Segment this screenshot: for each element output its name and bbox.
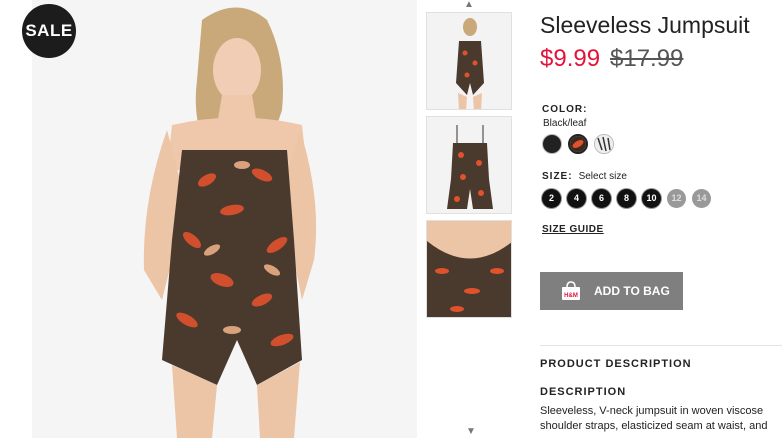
swatch-black-leaf[interactable] bbox=[568, 134, 588, 154]
divider bbox=[540, 345, 782, 346]
add-to-bag-button[interactable]: H&M ADD TO BAG bbox=[540, 272, 683, 310]
thumbnail-detail[interactable] bbox=[426, 220, 512, 318]
thumbnail-model-image bbox=[427, 13, 511, 109]
size-option[interactable]: 4 bbox=[567, 189, 586, 208]
thumbnail-strip: ▲ bbox=[426, 0, 512, 438]
product-title: Sleeveless Jumpsuit bbox=[540, 12, 750, 38]
size-hint: Select size bbox=[578, 171, 627, 182]
size-option-unavailable[interactable]: 12 bbox=[667, 189, 686, 208]
shopping-bag-icon: H&M bbox=[560, 281, 582, 301]
thumbnail-detail-image bbox=[427, 221, 511, 317]
thumbnail-flat[interactable] bbox=[426, 116, 512, 214]
size-option[interactable]: 6 bbox=[592, 189, 611, 208]
chevron-down-icon[interactable]: ▼ bbox=[466, 426, 476, 437]
product-description-title[interactable]: PRODUCT DESCRIPTION bbox=[540, 358, 692, 370]
swatch-black[interactable] bbox=[542, 134, 562, 154]
description-line: shoulder straps, elasticized seam at wai… bbox=[540, 420, 768, 432]
add-to-bag-label: ADD TO BAG bbox=[594, 284, 670, 298]
original-price: $17.99 bbox=[610, 45, 684, 72]
thumbnail-flat-image bbox=[427, 117, 511, 213]
leaf-pattern-icon bbox=[570, 136, 586, 152]
size-guide-link[interactable]: SIZE GUIDE bbox=[542, 224, 604, 235]
product-details: Sleeveless Jumpsuit $9.99 $17.99 COLOR: … bbox=[540, 0, 782, 438]
brand-mark: H&M bbox=[564, 293, 578, 299]
size-option-unavailable[interactable]: 14 bbox=[692, 189, 711, 208]
description-text: Sleeveless, V-neck jumpsuit in woven vis… bbox=[540, 404, 782, 434]
swatch-white-pattern[interactable] bbox=[594, 134, 614, 154]
description-line: Sleeveless, V-neck jumpsuit in woven vis… bbox=[540, 405, 764, 417]
size-label: SIZE: bbox=[542, 171, 573, 182]
color-value: Black/leaf bbox=[543, 118, 587, 129]
sale-price: $9.99 bbox=[540, 45, 601, 72]
color-swatches bbox=[542, 134, 614, 154]
color-label: COLOR: bbox=[542, 104, 588, 115]
size-option[interactable]: 8 bbox=[617, 189, 636, 208]
size-option[interactable]: 2 bbox=[542, 189, 561, 208]
model-photo bbox=[32, 0, 417, 438]
sale-badge: SALE bbox=[22, 4, 76, 58]
thumbnail-model[interactable] bbox=[426, 12, 512, 110]
pattern-icon bbox=[595, 135, 613, 153]
main-product-image[interactable] bbox=[32, 0, 417, 438]
description-heading: DESCRIPTION bbox=[540, 386, 627, 398]
size-options: 2 4 6 8 10 12 14 bbox=[542, 189, 711, 208]
bag-svg: H&M bbox=[562, 281, 580, 300]
chevron-up-icon[interactable]: ▲ bbox=[426, 0, 512, 10]
size-row: SIZE: Select size bbox=[542, 171, 627, 182]
size-option[interactable]: 10 bbox=[642, 189, 661, 208]
